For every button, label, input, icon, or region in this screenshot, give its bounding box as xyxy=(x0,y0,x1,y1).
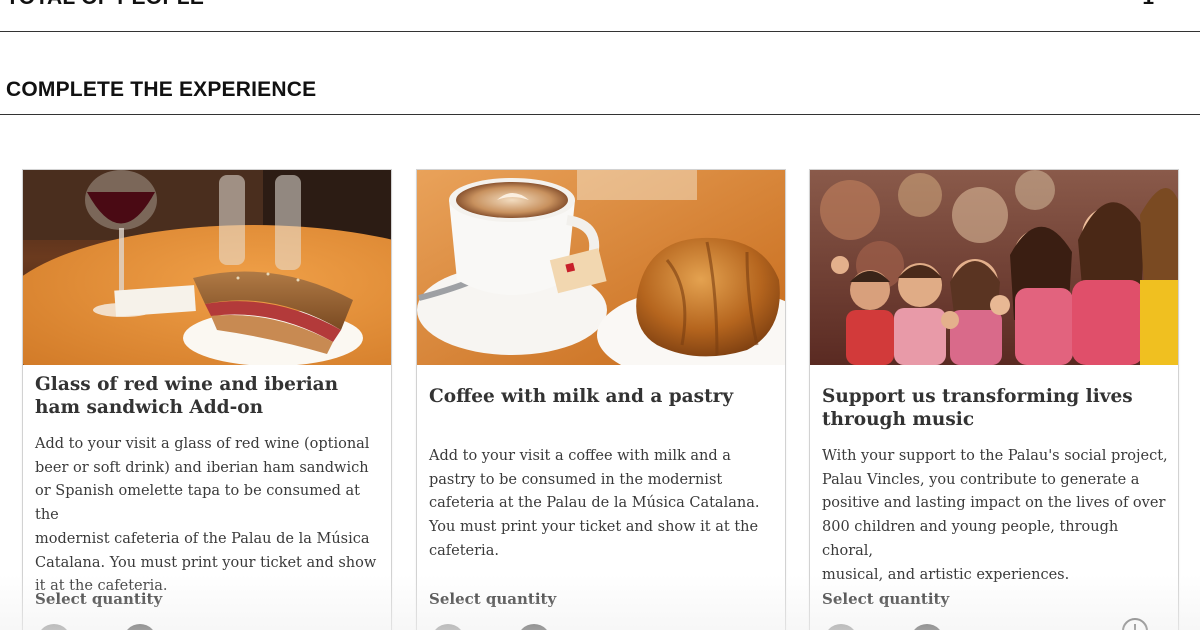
card-title: Glass of red wine and iberian ham sandwi… xyxy=(35,373,381,419)
children-audience-photo xyxy=(810,170,1178,365)
decrease-quantity-button[interactable] xyxy=(431,624,465,630)
coffee-pastry-photo xyxy=(417,170,785,365)
card-description: Add to your visit a glass of red wine (o… xyxy=(35,433,383,599)
quantity-label: Select quantity xyxy=(429,590,557,608)
addon-card-wine-sandwich: Glass of red wine and iberian ham sandwi… xyxy=(22,169,392,630)
card-title-line: through music xyxy=(822,409,975,430)
card-description-line: pastry to be consumed in the modernist xyxy=(429,471,723,488)
card-description-line: or Spanish omelette tapa to be consumed … xyxy=(35,483,360,524)
card-description-line: modernist cafeteria of the Palau de la M… xyxy=(35,530,370,547)
card-description-line: cafeteria. xyxy=(429,542,499,559)
card-description-line: musical, and artistic experiences. xyxy=(822,566,1070,583)
card-description-line: With your support to the Palau's social … xyxy=(822,448,1168,464)
card-description-line: beer or soft drink) and iberian ham sand… xyxy=(35,459,369,476)
wine-sandwich-photo xyxy=(23,170,391,365)
card-description-line: Palau Vincles, you contribute to generat… xyxy=(822,471,1140,488)
quantity-label: Select quantity xyxy=(822,590,950,608)
card-description-line: Catalana. You must print your ticket and… xyxy=(35,554,377,571)
total-people-row: TOTAL OF PEOPLE 1 xyxy=(0,0,1200,32)
decrease-quantity-button[interactable] xyxy=(37,624,71,630)
card-description: With your support to the Palau's social … xyxy=(822,445,1170,587)
card-description-line: You must print your ticket and show it a… xyxy=(429,519,759,536)
section-divider xyxy=(0,114,1200,115)
addon-card-support-music: Support us transforming lives through mu… xyxy=(809,169,1179,630)
increase-quantity-button[interactable] xyxy=(123,624,157,630)
experience-page: TOTAL OF PEOPLE 1 COMPLETE THE EXPERIENC… xyxy=(0,0,1200,630)
addon-card-coffee-pastry: Coffee with milk and a pastry Add to you… xyxy=(416,169,786,630)
card-title-line: Coffee with milk and a pastry xyxy=(429,386,734,407)
quantity-label: Select quantity xyxy=(35,590,163,608)
card-description-line: cafeteria at the Palau de la Música Cata… xyxy=(429,495,760,512)
card-title: Coffee with milk and a pastry xyxy=(429,385,775,408)
decrease-quantity-button[interactable] xyxy=(824,624,858,630)
card-description-line: Add to your visit a glass of red wine (o… xyxy=(35,436,370,452)
card-description-line: Add to your visit a coffee with milk and… xyxy=(429,448,731,464)
increase-quantity-button[interactable] xyxy=(517,624,551,630)
total-people-label: TOTAL OF PEOPLE xyxy=(6,0,204,10)
card-description-line: 800 children and young people, through c… xyxy=(822,519,1119,559)
card-title-line: Support us transforming lives xyxy=(822,386,1133,407)
card-description: Add to your visit a coffee with milk and… xyxy=(429,445,777,564)
section-title: COMPLETE THE EXPERIENCE xyxy=(6,78,317,101)
card-title-line: Glass of red wine and iberian xyxy=(35,374,339,395)
total-people-count: 1 xyxy=(1142,0,1154,10)
card-title: Support us transforming lives through mu… xyxy=(822,385,1168,431)
card-description-line: positive and lasting impact on the lives… xyxy=(822,495,1166,512)
card-title-line: ham sandwich Add-on xyxy=(35,397,264,418)
increase-quantity-button[interactable] xyxy=(910,624,944,630)
